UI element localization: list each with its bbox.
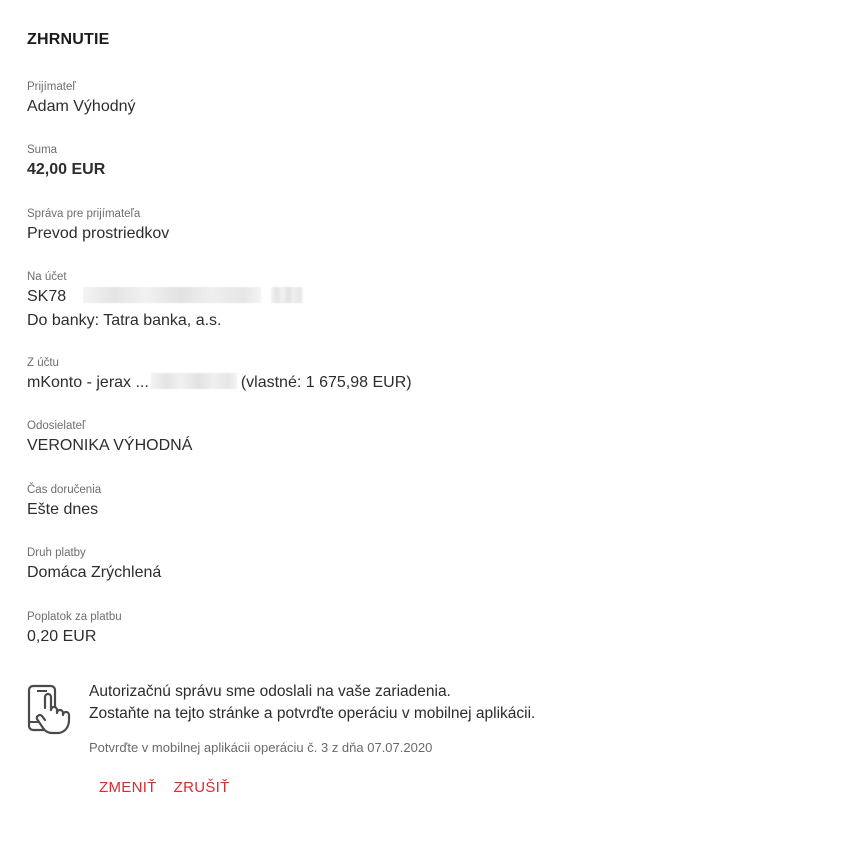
amount-field: Suma 42,00 EUR	[27, 143, 105, 181]
message-field: Správa pre prijímateľa Prevod prostriedk…	[27, 207, 169, 245]
recipient-field: Prijímateľ Adam Výhodný	[27, 80, 136, 118]
action-bar: ZMENIŤ ZRUŠIŤ	[99, 779, 230, 796]
redacted-account	[150, 373, 237, 389]
message-value: Prevod prostriedkov	[27, 225, 170, 242]
fee-value: 0,20 EUR	[27, 628, 97, 645]
recipient-label: Prijímateľ	[27, 81, 76, 93]
payment-type-label: Druh platby	[27, 547, 86, 559]
amount-value: 42,00 EUR	[27, 161, 106, 178]
authorization-line-1: Autorizačnú správu sme odoslali na vaše …	[89, 683, 451, 700]
sender-field: Odosielateľ VERONIKA VÝHODNÁ	[27, 419, 192, 457]
cancel-button[interactable]: ZRUŠIŤ	[174, 779, 230, 796]
change-button[interactable]: ZMENIŤ	[99, 779, 157, 796]
authorization-message: Autorizačnú správu sme odoslali na vaše …	[89, 681, 535, 725]
sender-label: Odosielateľ	[27, 420, 86, 432]
delivery-field: Čas doručenia Ešte dnes	[27, 483, 101, 521]
to-account-label: Na účet	[27, 271, 67, 283]
redacted-iban-end	[271, 287, 304, 303]
redacted-iban	[82, 287, 261, 303]
iban-prefix: SK78	[27, 288, 67, 305]
fee-field: Poplatok za platbu 0,20 EUR	[27, 610, 122, 648]
amount-label: Suma	[27, 144, 58, 156]
authorization-line-2: Zostaňte na tejto stránke a potvrďte ope…	[89, 705, 536, 722]
from-account-name: mKonto - jerax ...	[27, 374, 149, 391]
to-account-bank: Do banky: Tatra banka, a.s.	[27, 312, 222, 329]
from-account-balance: (vlastné: 1 675,98 EUR)	[240, 374, 412, 391]
sender-value: VERONIKA VÝHODNÁ	[27, 437, 193, 454]
from-account-label: Z účtu	[27, 357, 59, 369]
recipient-value: Adam Výhodný	[27, 98, 136, 115]
page-title: ZHRNUTIE	[27, 31, 110, 48]
from-account-field: Z účtu mKonto - jerax ... (vlastné: 1 675…	[27, 356, 412, 394]
fee-label: Poplatok za platbu	[27, 611, 122, 623]
to-account-field: Na účet SK78 Do banky: Tatra banka, a.s.	[27, 270, 304, 332]
message-label: Správa pre prijímateľa	[27, 208, 141, 220]
from-account-value: mKonto - jerax ... (vlastné: 1 675,98 EUR…	[27, 371, 412, 394]
delivery-label: Čas doručenia	[27, 484, 102, 496]
payment-type-value: Domáca Zrýchlená	[27, 564, 162, 581]
to-account-iban: SK78	[27, 285, 304, 308]
authorization-note: Potvrďte v mobilnej aplikácii operáciu č…	[89, 740, 433, 755]
payment-type-field: Druh platby Domáca Zrýchlená	[27, 546, 161, 584]
delivery-value: Ešte dnes	[27, 501, 99, 518]
phone-tap-icon	[27, 684, 71, 735]
